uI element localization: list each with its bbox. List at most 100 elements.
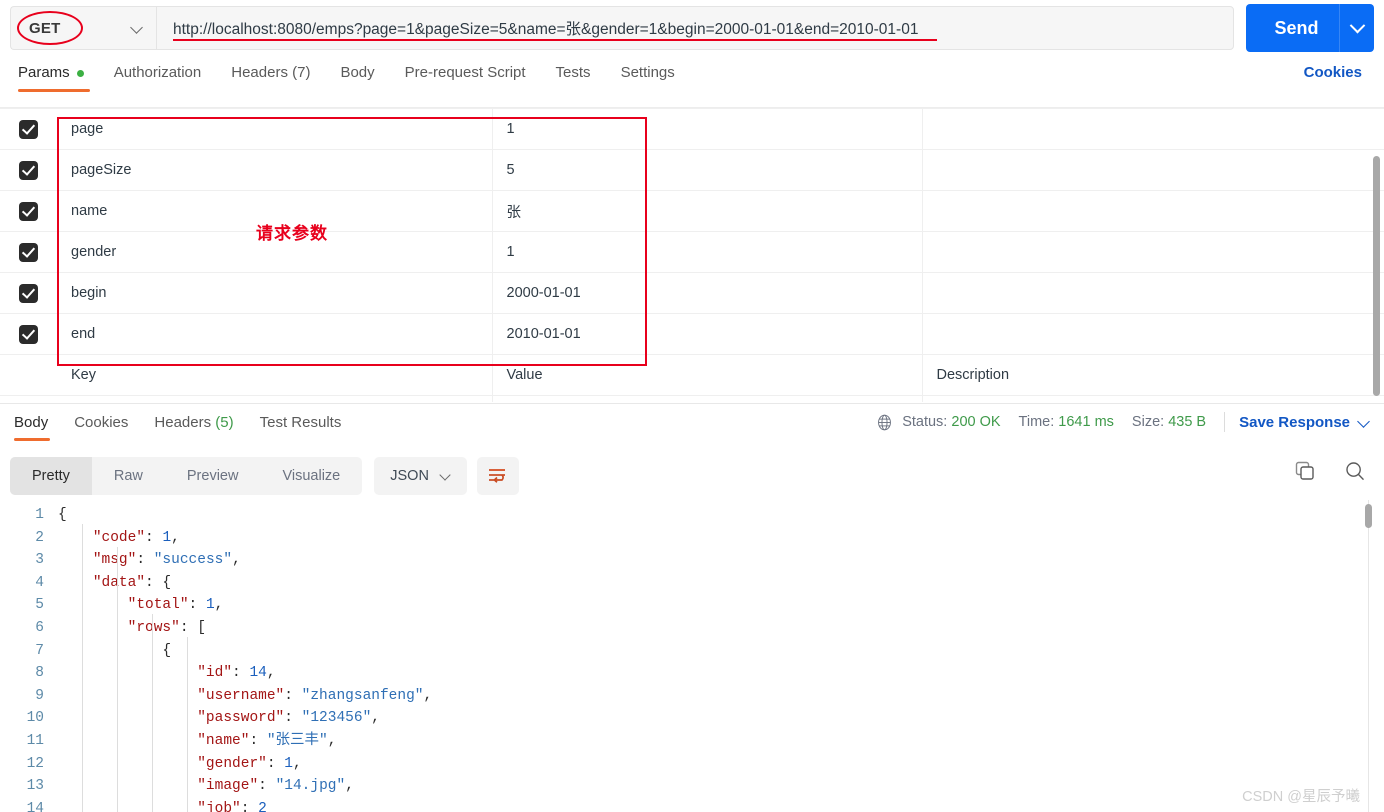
param-key-cell[interactable]: page: [57, 108, 493, 150]
response-tab-test-results[interactable]: Test Results: [260, 414, 342, 441]
param-description-placeholder[interactable]: Description: [922, 354, 1384, 396]
response-tab-body[interactable]: Body: [14, 414, 50, 441]
status-group[interactable]: Status: 200 OK: [902, 414, 1000, 430]
copy-icon[interactable]: [1294, 460, 1316, 482]
tab-pre-request-script-label: Pre-request Script: [404, 64, 526, 81]
response-tab-active-underline: [14, 438, 50, 441]
table-row[interactable]: begin 2000-01-01: [0, 272, 1384, 314]
table-row-placeholder[interactable]: Key Value Description: [0, 354, 1384, 396]
size-value: 435 B: [1168, 414, 1207, 430]
json-line-content: "name": "张三丰",: [197, 732, 337, 749]
response-body-viewer[interactable]: 1{2 "code": 1, 3 "msg": "success", 4 "data…: [0, 504, 1384, 812]
json-line: 5 "total": 1,: [0, 594, 1384, 617]
tab-headers[interactable]: Headers (7): [231, 58, 326, 104]
checkbox-checked-icon[interactable]: [19, 242, 38, 262]
table-row[interactable]: page 1: [0, 108, 1384, 150]
send-button[interactable]: Send: [1246, 4, 1374, 52]
param-description-cell[interactable]: [922, 313, 1384, 355]
blank-cell: [0, 395, 57, 402]
line-number: 4: [35, 574, 44, 591]
response-tab-headers-label: Headers: [154, 414, 212, 431]
format-pretty-button[interactable]: Pretty: [10, 457, 92, 495]
send-options-chevron-icon[interactable]: [1340, 23, 1374, 34]
table-row[interactable]: pageSize 5: [0, 149, 1384, 191]
param-value-cell[interactable]: 5: [492, 149, 923, 191]
param-description-cell[interactable]: [922, 272, 1384, 314]
save-response-button[interactable]: Save Response: [1239, 414, 1350, 431]
param-checkbox-cell[interactable]: [0, 108, 57, 150]
response-action-icons: [1294, 460, 1366, 482]
time-group[interactable]: Time: 1641 ms: [1019, 414, 1114, 430]
param-key-cell[interactable]: name: [57, 190, 493, 232]
tab-authorization[interactable]: Authorization: [114, 58, 218, 104]
response-format-toolbar: Pretty Raw Preview Visualize JSON: [0, 452, 1384, 500]
tab-settings[interactable]: Settings: [621, 58, 691, 104]
table-row[interactable]: gender 1: [0, 231, 1384, 273]
param-description-cell[interactable]: [922, 108, 1384, 150]
checkbox-checked-icon[interactable]: [19, 283, 38, 303]
param-value-cell[interactable]: 2000-01-01: [492, 272, 923, 314]
checkbox-checked-icon[interactable]: [19, 324, 38, 344]
status-divider: [1224, 412, 1226, 432]
body-scrollbar[interactable]: [1365, 504, 1372, 528]
tab-pre-request-script[interactable]: Pre-request Script: [405, 58, 542, 104]
param-checkbox-cell[interactable]: [0, 190, 57, 232]
format-preview-button[interactable]: Preview: [165, 457, 261, 495]
checkbox-checked-icon[interactable]: [19, 119, 38, 139]
word-wrap-icon: [488, 469, 505, 483]
size-group[interactable]: Size: 435 B: [1132, 414, 1206, 430]
tab-active-underline: [18, 89, 90, 92]
param-key-placeholder[interactable]: Key: [57, 354, 493, 396]
param-value-placeholder[interactable]: Value: [492, 354, 923, 396]
checkbox-checked-icon[interactable]: [19, 201, 38, 221]
table-row[interactable]: name 张: [0, 190, 1384, 232]
param-key-cell[interactable]: begin: [57, 272, 493, 314]
param-checkbox-cell-empty[interactable]: [0, 354, 57, 396]
response-status-strip: Status: 200 OK Time: 1641 ms Size: 435 B…: [876, 412, 1370, 432]
param-checkbox-cell[interactable]: [0, 231, 57, 273]
response-tab-cookies-label: Cookies: [74, 414, 129, 431]
json-line: 8 "id": 14,: [0, 662, 1384, 685]
response-tab-cookies[interactable]: Cookies: [74, 414, 128, 441]
param-value-cell[interactable]: 2010-01-01: [492, 313, 923, 355]
param-value-cell[interactable]: 1: [492, 108, 923, 150]
param-checkbox-cell[interactable]: [0, 272, 57, 314]
json-line-content: "username": "zhangsanfeng",: [197, 687, 433, 704]
json-line-content: "job": 2: [197, 800, 267, 812]
search-icon[interactable]: [1344, 460, 1366, 482]
json-line-content: "rows": [: [127, 619, 206, 636]
json-line: 3 "msg": "success",: [0, 549, 1384, 572]
word-wrap-button[interactable]: [476, 457, 519, 495]
annotation-underline-url: [173, 38, 937, 41]
param-key-cell[interactable]: end: [57, 313, 493, 355]
param-description-cell[interactable]: [922, 190, 1384, 232]
chevron-down-icon: [441, 471, 451, 481]
param-description-cell[interactable]: [922, 149, 1384, 191]
indent-guide: [117, 547, 118, 812]
http-method-selector[interactable]: GET: [10, 6, 156, 50]
language-select[interactable]: JSON: [374, 457, 467, 495]
tab-params[interactable]: Params: [18, 58, 100, 104]
indent-guide: [82, 524, 83, 812]
param-key-cell[interactable]: pageSize: [57, 149, 493, 191]
checkbox-checked-icon[interactable]: [19, 160, 38, 180]
line-number: 12: [26, 755, 44, 772]
param-description-cell[interactable]: [922, 231, 1384, 273]
param-checkbox-cell[interactable]: [0, 149, 57, 191]
url-input[interactable]: http://localhost:8080/emps?page=1&pageSi…: [156, 6, 1234, 50]
format-raw-button[interactable]: Raw: [92, 457, 165, 495]
param-value-cell[interactable]: 1: [492, 231, 923, 273]
tab-body[interactable]: Body: [340, 58, 390, 104]
line-number: 7: [35, 642, 44, 659]
param-checkbox-cell[interactable]: [0, 313, 57, 355]
params-scrollbar[interactable]: [1373, 156, 1380, 396]
response-tab-headers[interactable]: Headers (5): [154, 414, 233, 441]
param-key-cell[interactable]: gender: [57, 231, 493, 273]
cookies-link[interactable]: Cookies: [1304, 64, 1362, 81]
save-response-chevron-icon[interactable]: [1359, 417, 1370, 428]
json-line: 12 "gender": 1,: [0, 753, 1384, 776]
param-value-cell[interactable]: 张: [492, 190, 923, 232]
table-row[interactable]: end 2010-01-01: [0, 313, 1384, 355]
format-visualize-button[interactable]: Visualize: [260, 457, 362, 495]
tab-tests[interactable]: Tests: [556, 58, 607, 104]
